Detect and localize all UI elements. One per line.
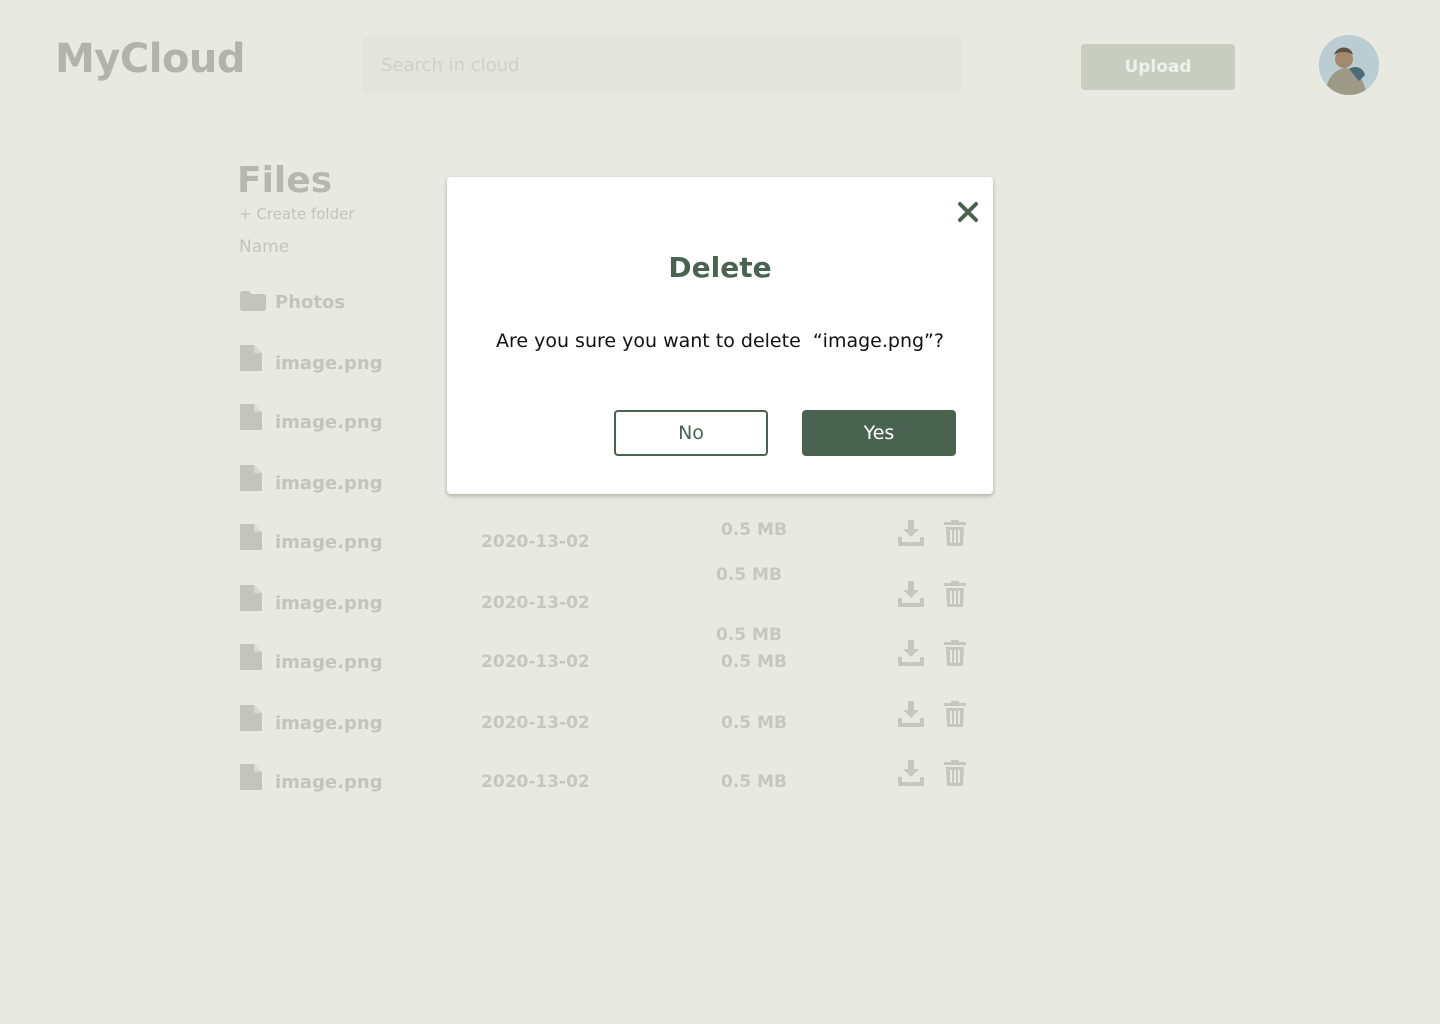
trash-icon[interactable] [944, 701, 966, 727]
page-title: Files [237, 160, 333, 201]
file-size: 0.5 MB [721, 772, 787, 792]
download-icon[interactable] [898, 520, 924, 546]
file-icon [240, 644, 262, 670]
file-name: image.png [275, 772, 383, 793]
file-name: image.png [275, 713, 383, 734]
file-date: 2020-13-02 [481, 772, 590, 792]
download-icon[interactable] [898, 581, 924, 607]
file-date: 2020-13-02 [481, 593, 590, 613]
avatar[interactable] [1319, 35, 1379, 95]
file-icon [240, 404, 262, 430]
file-size: 0.5 MB [721, 652, 787, 672]
file-date: 2020-13-02 [481, 652, 590, 672]
dialog-message: Are you sure you want to delete “image.p… [495, 330, 944, 352]
file-date: 2020-13-02 [481, 713, 590, 733]
file-icon [240, 345, 262, 371]
download-icon[interactable] [898, 701, 924, 727]
column-header-name[interactable]: Name [239, 237, 289, 257]
table-row[interactable]: image.png 2020-13-02 0.5 MB 0.5 MB [0, 625, 1440, 684]
trash-icon[interactable] [944, 640, 966, 666]
file-date: 2020-13-02 [481, 532, 590, 552]
file-name: image.png [275, 473, 383, 494]
file-size: 0.5 MB [716, 625, 782, 645]
download-icon[interactable] [898, 640, 924, 666]
file-size: 0.5 MB [721, 713, 787, 733]
file-name: image.png [275, 353, 383, 374]
file-icon [240, 524, 262, 550]
table-row[interactable]: image.png 2020-13-02 0.5 MB [0, 760, 1440, 804]
file-icon [240, 465, 262, 491]
trash-icon[interactable] [944, 760, 966, 786]
cancel-button[interactable]: No [614, 410, 768, 456]
delete-dialog: Delete Are you sure you want to delete “… [447, 177, 993, 494]
create-folder-link[interactable]: + Create folder [239, 205, 355, 223]
download-icon[interactable] [898, 760, 924, 786]
folder-name: Photos [275, 292, 346, 313]
file-name: image.png [275, 593, 383, 614]
trash-icon[interactable] [944, 581, 966, 607]
table-row[interactable]: image.png 2020-13-02 0.5 MB [0, 520, 1440, 564]
folder-icon [240, 291, 266, 311]
upload-button[interactable]: Upload [1081, 44, 1235, 90]
file-icon [240, 764, 262, 790]
file-icon [240, 585, 262, 611]
confirm-delete-button[interactable]: Yes [802, 410, 956, 456]
dialog-title: Delete [668, 251, 772, 284]
close-icon[interactable] [957, 201, 979, 223]
file-icon [240, 705, 262, 731]
file-name: image.png [275, 652, 383, 673]
app-logo[interactable]: MyCloud [55, 36, 246, 82]
table-row[interactable]: image.png 2020-13-02 0.5 MB [0, 701, 1440, 745]
search-input[interactable] [362, 37, 962, 93]
file-name: image.png [275, 412, 383, 433]
trash-icon[interactable] [944, 520, 966, 546]
file-size: 0.5 MB [721, 520, 787, 540]
file-name: image.png [275, 532, 383, 553]
file-size: 0.5 MB [716, 565, 782, 585]
table-row[interactable]: image.png 2020-13-02 0.5 MB [0, 565, 1440, 625]
